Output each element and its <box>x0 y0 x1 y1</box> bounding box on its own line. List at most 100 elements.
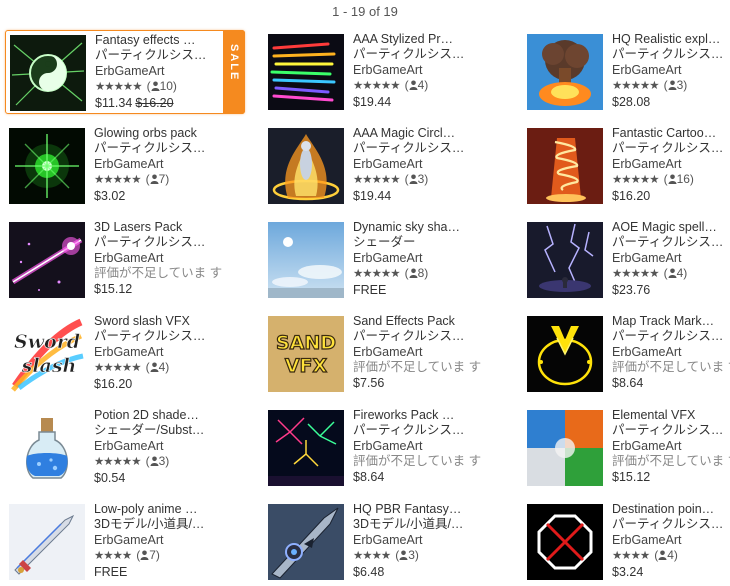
asset-publisher[interactable]: ErbGameArt <box>94 533 226 548</box>
asset-title[interactable]: HQ PBR Fantasy… <box>353 502 485 517</box>
asset-category[interactable]: 3Dモデル/小道具/… <box>353 517 485 532</box>
current-price: $7.56 <box>353 375 385 390</box>
asset-publisher[interactable]: ErbGameArt <box>353 345 485 360</box>
lightning-thumbnail[interactable] <box>527 222 603 298</box>
glowing-orb-thumbnail[interactable] <box>9 128 85 204</box>
asset-title[interactable]: Sword slash VFX <box>94 314 226 329</box>
asset-category[interactable]: パーティクルシス… <box>612 47 730 62</box>
asset-card[interactable]: Elemental VFX パーティクルシス… ErbGameArt 評価が不足してい… <box>523 406 730 490</box>
asset-title[interactable]: AAA Stylized Pr… <box>353 32 485 47</box>
explosion-thumbnail[interactable] <box>527 34 603 110</box>
map-track-thumbnail[interactable] <box>527 316 603 392</box>
asset-title[interactable]: Sand Effects Pack <box>353 314 485 329</box>
cartoon-tornado-thumbnail[interactable] <box>527 128 603 204</box>
asset-publisher[interactable]: ErbGameArt <box>353 157 485 172</box>
sky-thumbnail[interactable] <box>268 222 344 298</box>
asset-category[interactable]: パーティクルシス… <box>353 329 485 344</box>
asset-category[interactable]: パーティクルシス… <box>612 235 730 250</box>
asset-card[interactable]: Fireworks Pack … パーティクルシス… ErbGameArt 評価が不足… <box>264 406 504 490</box>
destination-point-thumbnail[interactable] <box>527 504 603 580</box>
asset-category[interactable]: パーティクルシス… <box>353 423 485 438</box>
fireworks-thumbnail[interactable] <box>268 410 344 486</box>
asset-price: $19.44 <box>353 189 485 204</box>
asset-category[interactable]: パーティクルシス… <box>94 141 226 156</box>
asset-price: $8.64 <box>353 470 485 485</box>
fantasy-weapon-thumbnail[interactable] <box>268 504 344 580</box>
rating-count: (3) <box>663 78 688 93</box>
asset-publisher[interactable]: ErbGameArt <box>353 251 485 266</box>
elemental-thumbnail[interactable] <box>527 410 603 486</box>
asset-card[interactable]: Dynamic sky sha… シェーダー ErbGameArt ★★★★★(8) F… <box>264 218 504 302</box>
asset-publisher[interactable]: ErbGameArt <box>94 439 226 454</box>
rating-stars: ★★★★ <box>353 550 391 563</box>
asset-publisher[interactable]: ErbGameArt <box>612 157 730 172</box>
rating-stars: ★★★★ <box>612 550 650 563</box>
asset-publisher[interactable]: ErbGameArt <box>612 533 730 548</box>
asset-publisher[interactable]: ErbGameArt <box>612 439 730 454</box>
rating-count: (4) <box>654 548 678 563</box>
asset-card[interactable]: Destination poin… パーティクルシス… ErbGameArt ★★★★… <box>523 500 730 584</box>
asset-title[interactable]: Glowing orbs pack <box>94 126 226 141</box>
asset-category[interactable]: シェーダー <box>353 235 485 250</box>
asset-card[interactable]: Map Track Mark… パーティクルシス… ErbGameArt 評価が不足し… <box>523 312 730 396</box>
asset-publisher[interactable]: ErbGameArt <box>94 157 226 172</box>
asset-card[interactable]: Sword slash Sword slash VFX パーティクルシス… ErbGam… <box>5 312 245 396</box>
asset-category[interactable]: パーティクルシス… <box>95 48 227 63</box>
asset-category[interactable]: パーティクルシス… <box>612 423 730 438</box>
fantasy-effects-thumbnail[interactable] <box>10 35 86 111</box>
asset-card[interactable]: SAND VFX Sand Effects Pack パーティクルシス… ErbGame… <box>264 312 504 396</box>
asset-publisher[interactable]: ErbGameArt <box>353 63 485 78</box>
laser-thumbnail[interactable] <box>9 222 85 298</box>
rating-stars: ★★★★★ <box>94 456 142 469</box>
asset-card[interactable]: Glowing orbs pack パーティクルシス… ErbGameArt ★★★★… <box>5 124 245 208</box>
asset-publisher[interactable]: ErbGameArt <box>612 345 730 360</box>
asset-publisher[interactable]: ErbGameArt <box>353 439 485 454</box>
asset-card[interactable]: Low-poly anime … 3Dモデル/小道具/… ErbGameArt ★★★… <box>5 500 245 584</box>
asset-title[interactable]: Fantasy effects … <box>95 33 227 48</box>
asset-title[interactable]: Fireworks Pack … <box>353 408 485 423</box>
asset-rating: ★★★★★(3) <box>612 78 730 94</box>
asset-category[interactable]: パーティクルシス… <box>353 141 485 156</box>
asset-category[interactable]: パーティクルシス… <box>612 517 730 532</box>
asset-category[interactable]: パーティクルシス… <box>94 235 226 250</box>
stylized-projectiles-thumbnail[interactable] <box>268 34 344 110</box>
asset-title[interactable]: Potion 2D shade… <box>94 408 226 423</box>
asset-card[interactable]: AAA Stylized Pr… パーティクルシス… ErbGameArt ★★★★★… <box>264 30 504 114</box>
asset-title[interactable]: AOE Magic spell… <box>612 220 730 235</box>
asset-title[interactable]: HQ Realistic expl… <box>612 32 730 47</box>
sand-vfx-thumbnail[interactable]: SAND VFX <box>268 316 344 392</box>
magic-circle-thumbnail[interactable] <box>268 128 344 204</box>
asset-publisher[interactable]: ErbGameArt <box>94 345 226 360</box>
rating-count: (16) <box>663 172 694 187</box>
asset-category[interactable]: パーティクルシス… <box>353 47 485 62</box>
asset-title[interactable]: Elemental VFX <box>612 408 730 423</box>
asset-title[interactable]: Map Track Mark… <box>612 314 730 329</box>
anime-sword-thumbnail[interactable] <box>9 504 85 580</box>
asset-card[interactable]: Fantasy effects … パーティクルシス… ErbGameArt ★★★★… <box>5 30 245 114</box>
asset-title[interactable]: AAA Magic Circl… <box>353 126 485 141</box>
potion-thumbnail[interactable] <box>9 410 85 486</box>
asset-title[interactable]: Low-poly anime … <box>94 502 226 517</box>
asset-title[interactable]: 3D Lasers Pack <box>94 220 226 235</box>
asset-category[interactable]: シェーダー/Subst… <box>94 423 226 438</box>
asset-publisher[interactable]: ErbGameArt <box>353 533 485 548</box>
asset-card[interactable]: Potion 2D shade… シェーダー/Subst… ErbGameArt ★★… <box>5 406 245 490</box>
asset-title[interactable]: Fantastic Cartoo… <box>612 126 730 141</box>
asset-card[interactable]: HQ PBR Fantasy… 3Dモデル/小道具/… ErbGameArt ★★★★… <box>264 500 504 584</box>
asset-category[interactable]: パーティクルシス… <box>612 329 730 344</box>
asset-card[interactable]: AOE Magic spell… パーティクルシス… ErbGameArt ★★★★★… <box>523 218 730 302</box>
asset-card[interactable]: Fantastic Cartoo… パーティクルシス… ErbGameArt ★★★★… <box>523 124 730 208</box>
asset-card[interactable]: 3D Lasers Pack パーティクルシス… ErbGameArt 評価が不足して… <box>5 218 245 302</box>
asset-title[interactable]: Dynamic sky sha… <box>353 220 485 235</box>
asset-category[interactable]: パーティクルシス… <box>612 141 730 156</box>
asset-card[interactable]: HQ Realistic expl… パーティクルシス… ErbGameArt ★★★… <box>523 30 730 114</box>
sword-slash-thumbnail[interactable]: Sword slash <box>9 316 85 392</box>
asset-category[interactable]: 3Dモデル/小道具/… <box>94 517 226 532</box>
asset-publisher[interactable]: ErbGameArt <box>94 251 226 266</box>
asset-publisher[interactable]: ErbGameArt <box>612 63 730 78</box>
asset-category[interactable]: パーティクルシス… <box>94 329 226 344</box>
asset-publisher[interactable]: ErbGameArt <box>612 251 730 266</box>
asset-publisher[interactable]: ErbGameArt <box>95 64 227 79</box>
asset-title[interactable]: Destination poin… <box>612 502 730 517</box>
asset-card[interactable]: AAA Magic Circl… パーティクルシス… ErbGameArt ★★★★★… <box>264 124 504 208</box>
